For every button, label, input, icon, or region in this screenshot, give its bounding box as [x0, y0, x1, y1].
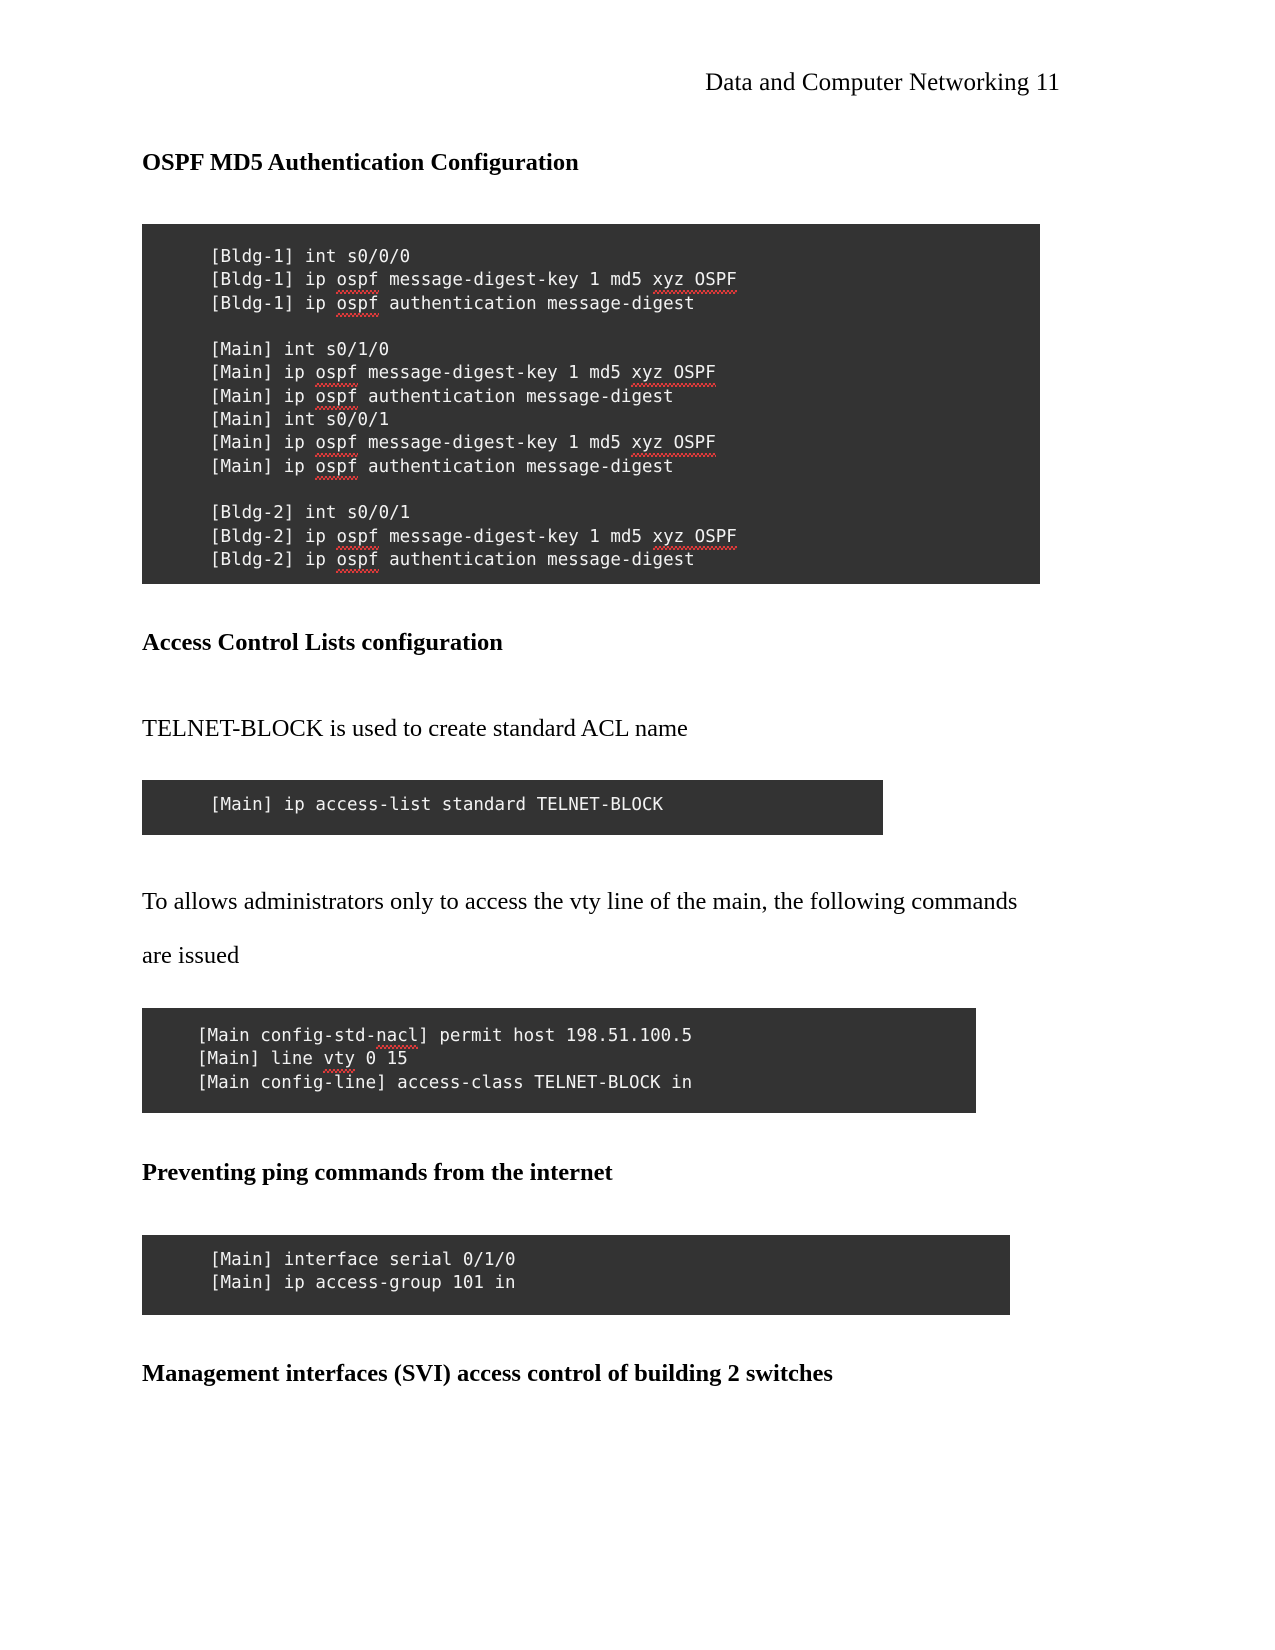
heading-management-interfaces-svi: Management interfaces (SVI) access contr…: [142, 1360, 833, 1387]
spellcheck-underline: ospf: [336, 269, 379, 294]
code-line: [Main] ip ospf authentication message-di…: [210, 386, 1040, 411]
heading-access-control-lists: Access Control Lists configuration: [142, 629, 503, 656]
spellcheck-underline: ospf: [336, 293, 379, 318]
heading-ospf-md5: OSPF MD5 Authentication Configuration: [142, 149, 579, 176]
spellcheck-underline: ospf: [315, 432, 358, 457]
code-line: [Main] int s0/1/0: [210, 340, 390, 361]
paragraph-vty-access: To allows administrators only to access …: [142, 888, 1018, 969]
code-line: [Main] int s0/0/1: [210, 410, 390, 431]
code-line: [Bldg-1] int s0/0/0: [210, 247, 411, 267]
spellcheck-underline: ospf: [315, 362, 358, 388]
spellcheck-underline: xyz OSPF: [652, 526, 738, 551]
code-line: [Main config-std-nacl] permit host 198.5…: [197, 1025, 976, 1050]
code-line: [Bldg-1] ip ospf authentication message-…: [210, 293, 1040, 318]
spellcheck-underline: ospf: [336, 526, 379, 551]
code-block-ospf-md5: [Bldg-1] int s0/0/0 [Bldg-1] ip ospf mess…: [142, 224, 1040, 584]
code-line: [Bldg-2] ip ospf authentication message-…: [210, 549, 1040, 574]
spellcheck-underline: ospf: [315, 456, 358, 481]
code-line: [Main] ip access-list standard TELNET-BL…: [210, 795, 664, 815]
spellcheck-underline: xyz OSPF: [631, 362, 717, 388]
page-header-title: Data and Computer Networking 11: [705, 69, 1060, 96]
spellcheck-underline: ospf: [315, 386, 358, 411]
document-page: Data and Computer Networking 11 OSPF MD5…: [0, 0, 1275, 1650]
spellcheck-underline: vty: [323, 1048, 355, 1073]
code-line: [Main] ip ospf message-digest-key 1 md5 …: [210, 362, 1040, 388]
page-header: Data and Computer Networking 11: [0, 68, 1060, 98]
spellcheck-underline: nacl: [376, 1025, 419, 1050]
spellcheck-underline: xyz OSPF: [631, 432, 717, 457]
spellcheck-underline: xyz OSPF: [652, 269, 738, 294]
code-block-ping-access-group: [Main] interface serial 0/1/0 [Main] ip a…: [142, 1235, 1010, 1315]
code-line: [Main config-line] access-class TELNET-B…: [197, 1072, 693, 1093]
code-line: [Main] ip access-group 101 in: [210, 1273, 516, 1294]
code-line: [Main] interface serial 0/1/0: [210, 1250, 516, 1270]
code-line: [Main] line vty 0 15: [197, 1048, 976, 1073]
code-line: [Main] ip ospf authentication message-di…: [210, 456, 1040, 481]
code-line: [Bldg-2] ip ospf message-digest-key 1 md…: [210, 526, 1040, 551]
code-block-acl-name: [Main] ip access-list standard TELNET-BL…: [142, 780, 883, 835]
spellcheck-underline: ospf: [336, 549, 379, 574]
code-block-vty-access-class: [Main config-std-nacl] permit host 198.5…: [142, 1008, 976, 1113]
code-line: [Bldg-1] ip ospf message-digest-key 1 md…: [210, 269, 1040, 294]
code-line: [Main] ip ospf message-digest-key 1 md5 …: [210, 432, 1040, 457]
paragraph-telnet-block: TELNET-BLOCK is used to create standard …: [142, 715, 688, 742]
heading-preventing-ping: Preventing ping commands from the intern…: [142, 1159, 613, 1186]
code-line: [Bldg-2] int s0/0/1: [210, 503, 411, 524]
